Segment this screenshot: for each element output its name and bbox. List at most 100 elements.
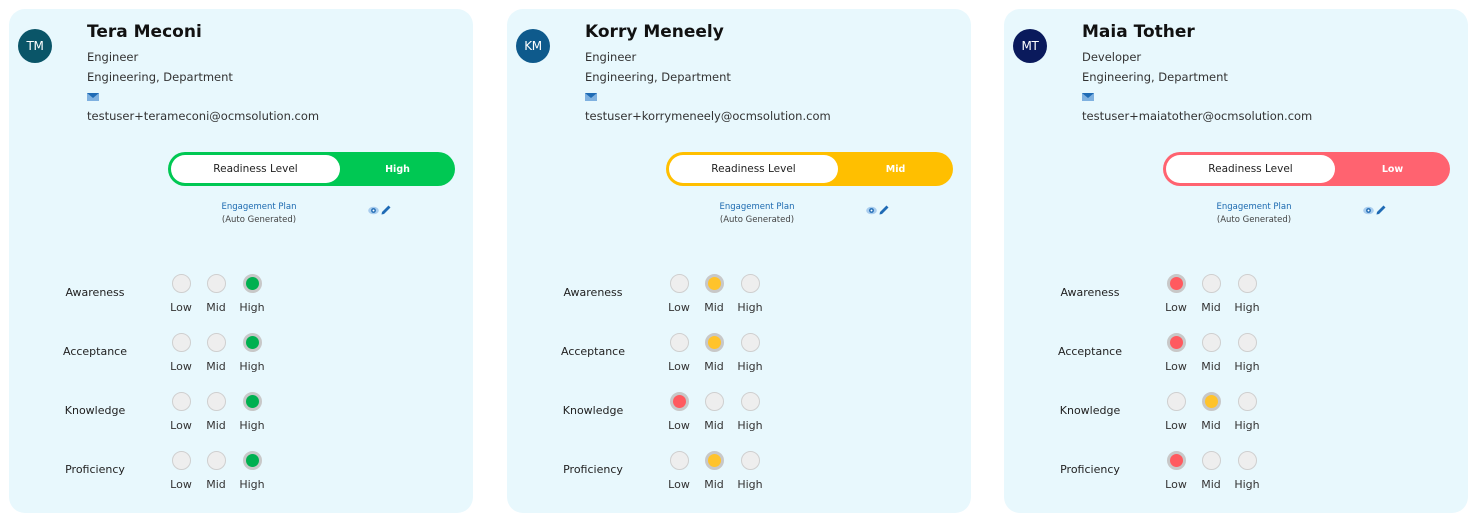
level-option-low[interactable]: Low <box>169 333 193 373</box>
radio-dot[interactable] <box>704 274 724 293</box>
radio-dot[interactable] <box>206 451 226 470</box>
radio-dot[interactable] <box>669 274 689 293</box>
metric-row-proficiency: Proficiency Low Mid High <box>507 451 971 506</box>
level-option-high[interactable]: High <box>737 451 763 491</box>
level-option-high[interactable]: High <box>737 333 763 373</box>
level-option-high[interactable]: High <box>1234 392 1260 432</box>
metric-label: Proficiency <box>563 463 623 476</box>
level-option-low[interactable]: Low <box>169 392 193 432</box>
readiness-level-pill: Readiness Level Low <box>1163 152 1450 186</box>
level-option-low[interactable]: Low <box>1164 451 1188 491</box>
eye-icon[interactable] <box>1363 206 1374 215</box>
user-email: testuser+maiatother@ocmsolution.com <box>1082 109 1313 123</box>
radio-dot[interactable] <box>1166 274 1186 293</box>
level-option-low[interactable]: Low <box>1164 392 1188 432</box>
level-option-mid[interactable]: Mid <box>1199 451 1223 491</box>
radio-dot[interactable] <box>740 333 760 352</box>
user-card-0: TM Tera Meconi Engineer Engineering, Dep… <box>9 9 473 513</box>
radio-dot[interactable] <box>704 392 724 411</box>
eye-icon[interactable] <box>866 206 877 215</box>
level-option-high[interactable]: High <box>737 392 763 432</box>
radio-dot[interactable] <box>1201 451 1221 470</box>
level-option-low[interactable]: Low <box>667 274 691 314</box>
eye-icon[interactable] <box>368 206 379 215</box>
radio-dot[interactable] <box>740 392 760 411</box>
radio-dot[interactable] <box>206 392 226 411</box>
pencil-icon[interactable] <box>381 205 391 215</box>
radio-dot[interactable] <box>1237 451 1257 470</box>
level-option-mid[interactable]: Mid <box>1199 333 1223 373</box>
radio-dot[interactable] <box>669 451 689 470</box>
radio-dot[interactable] <box>704 333 724 352</box>
level-option-low[interactable]: Low <box>1164 274 1188 314</box>
pencil-icon[interactable] <box>1376 205 1386 215</box>
radio-dot[interactable] <box>1201 333 1221 352</box>
user-department: Engineering, Department <box>87 70 233 84</box>
metric-row-acceptance: Acceptance Low Mid High <box>1004 333 1468 388</box>
engagement-plan-link[interactable]: Engagement Plan <box>697 201 817 214</box>
radio-dot[interactable] <box>1237 392 1257 411</box>
level-option-high[interactable]: High <box>239 274 265 314</box>
level-option-low[interactable]: Low <box>667 392 691 432</box>
engagement-plan-link[interactable]: Engagement Plan <box>1194 201 1314 214</box>
level-option-high[interactable]: High <box>239 392 265 432</box>
radio-dot[interactable] <box>1166 392 1186 411</box>
level-option-label: High <box>239 478 265 491</box>
level-option-high[interactable]: High <box>1234 451 1260 491</box>
level-option-high[interactable]: High <box>239 451 265 491</box>
level-option-mid[interactable]: Mid <box>204 392 228 432</box>
level-option-mid[interactable]: Mid <box>204 451 228 491</box>
level-option-mid[interactable]: Mid <box>702 333 726 373</box>
radio-dot[interactable] <box>740 451 760 470</box>
radio-dot[interactable] <box>1201 392 1221 411</box>
user-role: Engineer <box>585 50 637 64</box>
radio-dot[interactable] <box>171 392 191 411</box>
radio-dot[interactable] <box>704 451 724 470</box>
radio-dot[interactable] <box>669 333 689 352</box>
engagement-plan-subtitle: (Auto Generated) <box>221 215 297 225</box>
level-option-low[interactable]: Low <box>667 333 691 373</box>
user-card-2: MT Maia Tother Developer Engineering, De… <box>1004 9 1468 513</box>
user-name: Maia Tother <box>1082 22 1195 42</box>
metric-row-awareness: Awareness Low Mid High <box>1004 274 1468 329</box>
level-option-low[interactable]: Low <box>169 274 193 314</box>
level-option-high[interactable]: High <box>1234 333 1260 373</box>
level-option-mid[interactable]: Mid <box>702 274 726 314</box>
level-option-high[interactable]: High <box>1234 274 1260 314</box>
radio-dot[interactable] <box>1237 274 1257 293</box>
engagement-plan-link[interactable]: Engagement Plan <box>199 201 319 214</box>
level-option-mid[interactable]: Mid <box>204 274 228 314</box>
level-option-mid[interactable]: Mid <box>702 451 726 491</box>
radio-dot[interactable] <box>206 333 226 352</box>
level-option-mid[interactable]: Mid <box>1199 274 1223 314</box>
readiness-level-label: Readiness Level <box>669 155 838 183</box>
pencil-icon[interactable] <box>879 205 889 215</box>
level-option-mid[interactable]: Mid <box>1199 392 1223 432</box>
radio-dot[interactable] <box>1166 451 1186 470</box>
level-option-high[interactable]: High <box>239 333 265 373</box>
radio-dot[interactable] <box>171 451 191 470</box>
radio-dot[interactable] <box>669 392 689 411</box>
radio-dot[interactable] <box>171 333 191 352</box>
radio-dot[interactable] <box>242 274 262 293</box>
metric-row-acceptance: Acceptance Low Mid High <box>507 333 971 388</box>
level-option-low[interactable]: Low <box>667 451 691 491</box>
metric-label: Proficiency <box>1060 463 1120 476</box>
radio-dot[interactable] <box>1237 333 1257 352</box>
radio-dot[interactable] <box>740 274 760 293</box>
radio-dot[interactable] <box>242 333 262 352</box>
level-option-mid[interactable]: Mid <box>204 333 228 373</box>
level-option-label: High <box>737 478 763 491</box>
engagement-plan-subtitle: (Auto Generated) <box>719 215 795 225</box>
radio-dot[interactable] <box>242 392 262 411</box>
level-option-mid[interactable]: Mid <box>702 392 726 432</box>
level-option-label: High <box>239 301 265 314</box>
radio-dot[interactable] <box>1201 274 1221 293</box>
radio-dot[interactable] <box>242 451 262 470</box>
level-option-high[interactable]: High <box>737 274 763 314</box>
radio-dot[interactable] <box>206 274 226 293</box>
radio-dot[interactable] <box>1166 333 1186 352</box>
radio-dot[interactable] <box>171 274 191 293</box>
level-option-low[interactable]: Low <box>1164 333 1188 373</box>
level-option-low[interactable]: Low <box>169 451 193 491</box>
